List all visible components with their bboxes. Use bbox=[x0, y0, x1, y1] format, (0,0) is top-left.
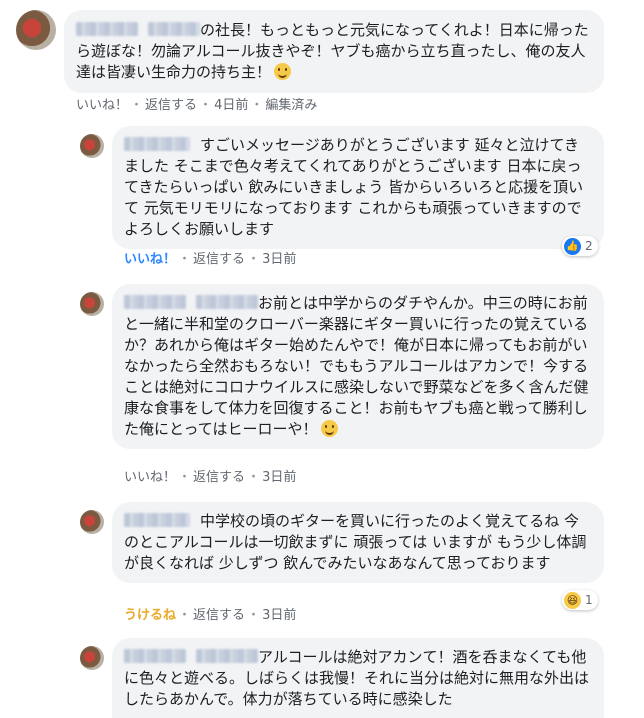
reaction-count[interactable]: 😆 1 bbox=[562, 590, 598, 610]
reply-link[interactable]: 返信する bbox=[193, 608, 245, 623]
replier-name-part[interactable] bbox=[196, 649, 258, 663]
timestamp-link[interactable]: 3日前 bbox=[262, 470, 296, 485]
reply-bubble: お前とは中学からのダチやんか。中三の時にお前と一緒に半和堂のクローバー楽器にギタ… bbox=[112, 284, 604, 449]
edited-label[interactable]: 編集済み bbox=[265, 98, 317, 113]
like-link[interactable]: いいね！ bbox=[76, 98, 128, 113]
reply-link[interactable]: 返信する bbox=[145, 98, 197, 113]
commenter-name-part[interactable] bbox=[148, 22, 200, 36]
comment-actions: いいね！・返信する・ 4日前・編集済み bbox=[76, 98, 318, 113]
like-link[interactable]: いいね！ bbox=[124, 252, 176, 267]
reaction-count[interactable]: 👍 2 bbox=[562, 236, 598, 256]
haha-link[interactable]: うけるね bbox=[124, 608, 176, 623]
commenter-avatar[interactable] bbox=[16, 10, 56, 50]
replier-name-part[interactable] bbox=[196, 295, 258, 309]
timestamp-link[interactable]: 3日前 bbox=[262, 608, 296, 623]
reply-actions: いいね！・返信する・ 3日前 bbox=[124, 470, 297, 485]
replier-name[interactable] bbox=[124, 649, 186, 663]
reply-actions: うけるね・返信する・ 3日前 bbox=[124, 608, 297, 623]
like-reaction-icon: 👍 bbox=[564, 237, 581, 255]
wink-emoji-icon bbox=[274, 63, 292, 80]
reply-bubble: 中学校の頃のギターを買いに行ったのよく覚えてるね 今のとこアルコールは一切飲まず… bbox=[112, 502, 604, 583]
reply-avatar[interactable] bbox=[80, 646, 104, 670]
replier-name[interactable] bbox=[124, 137, 190, 151]
replier-name[interactable] bbox=[124, 513, 190, 527]
reply-link[interactable]: 返信する bbox=[193, 470, 245, 485]
reply-avatar[interactable] bbox=[80, 134, 104, 158]
like-link[interactable]: いいね！ bbox=[124, 470, 176, 485]
reply-text: お前とは中学からのダチやんか。中三の時にお前と一緒に半和堂のクローバー楽器にギタ… bbox=[124, 294, 589, 438]
reply-avatar[interactable] bbox=[80, 292, 104, 316]
reply-bubble: すごいメッセージありがとうございます 延々と泣けてきました そこまで色々考えてく… bbox=[112, 126, 604, 249]
comment-bubble: の社長！もっともっと元気になってくれよ！日本に帰ったら遊ぼな！勿論アルコール抜き… bbox=[64, 10, 604, 93]
reply-avatar[interactable] bbox=[80, 510, 104, 534]
reply-bubble: アルコールは絶対アカンて！酒を呑まなくても他に色々と遊べる。しばらくは我慢！それ… bbox=[112, 638, 604, 718]
reply-text: アルコールは絶対アカンて！酒を呑まなくても他に色々と遊べる。しばらくは我慢！それ… bbox=[124, 648, 590, 708]
reply-text: すごいメッセージありがとうございます 延々と泣けてきました そこまで色々考えてく… bbox=[124, 136, 584, 238]
wink-emoji-icon bbox=[320, 420, 338, 437]
timestamp-link[interactable]: 4日前 bbox=[214, 98, 248, 113]
replier-name[interactable] bbox=[124, 295, 186, 309]
commenter-name[interactable] bbox=[76, 22, 138, 36]
reply-link[interactable]: 返信する bbox=[193, 252, 245, 267]
haha-reaction-icon: 😆 bbox=[564, 591, 581, 609]
reply-actions: いいね！・返信する・ 3日前 bbox=[124, 252, 297, 267]
timestamp-link[interactable]: 3日前 bbox=[262, 252, 296, 267]
reply-text: 中学校の頃のギターを買いに行ったのよく覚えてるね 今のとこアルコールは一切飲まず… bbox=[124, 512, 587, 572]
